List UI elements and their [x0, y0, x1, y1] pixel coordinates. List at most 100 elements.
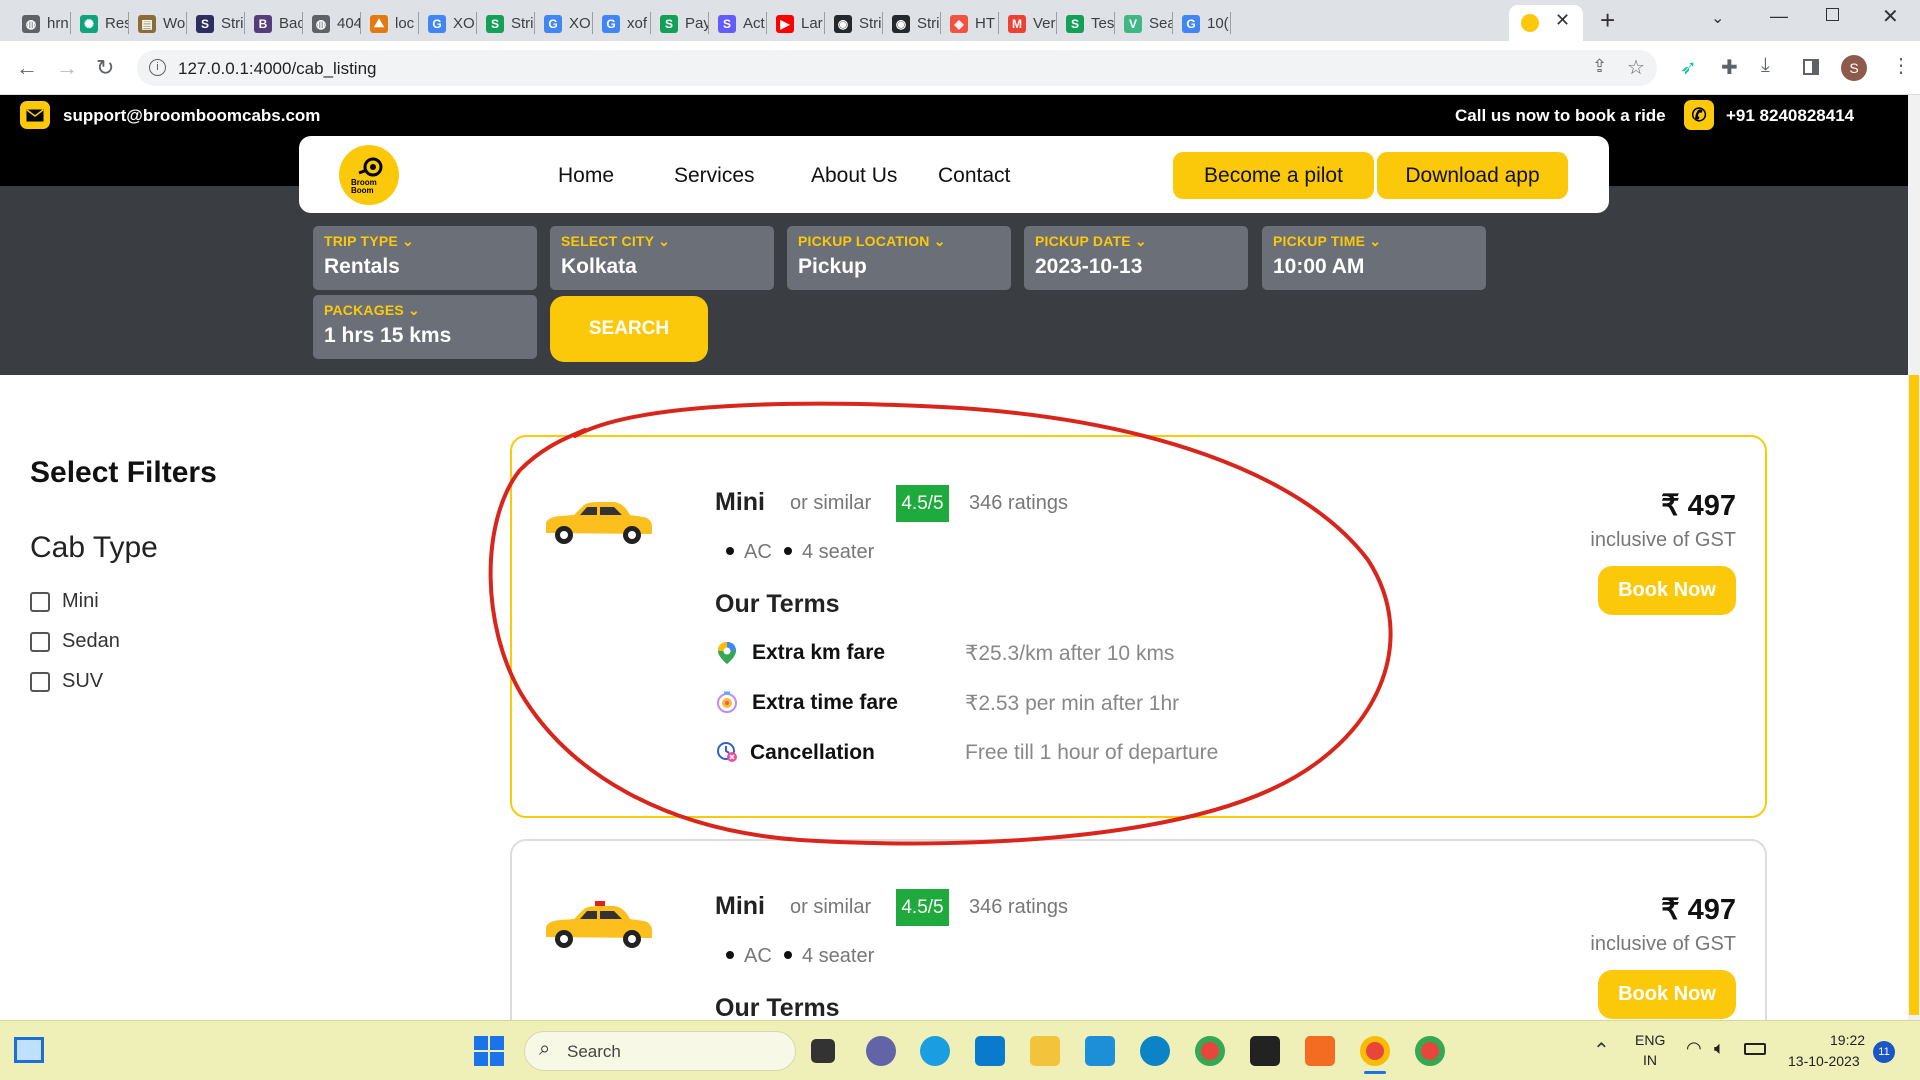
chrome-profile-icon[interactable]: [1415, 1036, 1445, 1066]
browser-tab[interactable]: ◉ Stri: [884, 6, 940, 41]
file-explorer-icon[interactable]: [1030, 1036, 1060, 1066]
taskbar-search-box[interactable]: ⌕ Search: [524, 1031, 796, 1071]
browser-tab[interactable]: S Stri: [478, 6, 534, 41]
filters-title: Select Filters: [30, 456, 217, 489]
browser-tab[interactable]: M Ver: [1000, 6, 1056, 41]
browser-tab[interactable]: ⛰ loc: [362, 6, 418, 41]
address-bar[interactable]: i 127.0.0.1:4000/cab_listing ⇪ ☆: [137, 50, 1657, 86]
pickup-date-select[interactable]: PICKUP DATE ⌄ 2023-10-13: [1024, 226, 1248, 290]
minimize-icon[interactable]: —: [1770, 6, 1788, 27]
pickup-location-select[interactable]: PICKUP LOCATION ⌄ Pickup: [787, 226, 1011, 290]
filter-sedan-label[interactable]: Sedan: [62, 630, 120, 653]
xampp-icon[interactable]: [1305, 1036, 1335, 1066]
phone-number[interactable]: +91 8240828414: [1726, 106, 1854, 126]
extensions-puzzle-icon[interactable]: ✚: [1721, 55, 1738, 80]
filter-mini-label[interactable]: Mini: [62, 590, 99, 613]
region-text[interactable]: IN: [1643, 1052, 1657, 1068]
battery-icon[interactable]: [1744, 1043, 1766, 1055]
chevron-down-icon: ⌄: [658, 233, 670, 249]
close-window-icon[interactable]: ✕: [1882, 4, 1899, 29]
github-icon: ◉: [892, 14, 910, 33]
browser-tab[interactable]: ✺ Res: [72, 6, 128, 41]
reload-icon[interactable]: ↻: [96, 55, 114, 81]
tab-search-icon[interactable]: ⌄: [1711, 8, 1724, 28]
nav-services[interactable]: Services: [674, 164, 755, 188]
back-icon[interactable]: ←: [16, 55, 38, 81]
chrome-profile-icon[interactable]: [1360, 1036, 1390, 1066]
app-l-icon[interactable]: [1085, 1036, 1115, 1066]
browser-tab[interactable]: G XO: [420, 6, 476, 41]
browser-tab[interactable]: G XO: [536, 6, 592, 41]
chevron-down-icon: ⌄: [933, 233, 946, 249]
feature-ac: AC: [744, 541, 772, 563]
bookmark-star-icon[interactable]: ☆: [1627, 55, 1645, 80]
lang-text[interactable]: ENG: [1635, 1032, 1665, 1048]
edge-icon[interactable]: [920, 1036, 950, 1066]
task-view-icon[interactable]: [811, 1039, 835, 1063]
volume-icon[interactable]: 🔈︎: [1714, 1038, 1725, 1059]
clock-date[interactable]: 13-10-2023: [1788, 1053, 1860, 1069]
field-value: 1 hrs 15 kms: [324, 324, 452, 347]
browser-tab[interactable]: ▤ Wo: [130, 6, 186, 41]
browser-tab[interactable]: ◈ HT: [942, 6, 998, 41]
browser-tab[interactable]: ◉ Stri: [826, 6, 882, 41]
site-logo[interactable]: Broom Boom: [339, 145, 399, 205]
browser-tab[interactable]: S Pay: [652, 6, 708, 41]
browser-tab[interactable]: S Act: [710, 6, 766, 41]
notification-badge[interactable]: 11: [1873, 1041, 1895, 1063]
vscode-icon[interactable]: [975, 1036, 1005, 1066]
start-windows-icon[interactable]: [474, 1036, 504, 1066]
clock-time[interactable]: 19:22: [1830, 1032, 1865, 1048]
filter-sedan-checkbox[interactable]: [30, 632, 50, 652]
taskbar-search-text: Search: [567, 1042, 621, 1061]
become-pilot-button[interactable]: Become a pilot: [1173, 152, 1374, 199]
filter-suv-checkbox[interactable]: [30, 672, 50, 692]
browser-tab[interactable]: ◍ hrn: [14, 6, 70, 41]
search-button[interactable]: SEARCH: [550, 296, 708, 362]
book-now-button[interactable]: Book Now: [1598, 970, 1736, 1019]
tab-title: Stri: [511, 15, 534, 32]
pickup-time-select[interactable]: PICKUP TIME ⌄ 10:00 AM: [1262, 226, 1486, 290]
support-email[interactable]: support@broomboomcabs.com: [63, 106, 320, 126]
chrome-icon[interactable]: [1195, 1036, 1225, 1066]
filter-suv-label[interactable]: SUV: [62, 670, 103, 693]
browser-tab[interactable]: G 10(: [1174, 6, 1230, 41]
teams-chat-icon[interactable]: [866, 1036, 896, 1066]
forward-icon[interactable]: →: [56, 55, 78, 81]
maximize-icon[interactable]: [1826, 8, 1839, 21]
widgets-icon[interactable]: [14, 1037, 44, 1063]
trip-type-select[interactable]: TRIP TYPE ⌄ Rentals: [313, 226, 537, 290]
book-now-button[interactable]: Book Now: [1598, 566, 1736, 615]
wifi-icon[interactable]: ◠: [1686, 1038, 1702, 1059]
packages-select[interactable]: PACKAGES ⌄ 1 hrs 15 kms: [313, 295, 537, 359]
active-tab[interactable]: ✕: [1509, 5, 1583, 41]
url-text[interactable]: 127.0.0.1:4000/cab_listing: [178, 59, 377, 79]
nav-about-us[interactable]: About Us: [811, 164, 897, 188]
profile-avatar[interactable]: S: [1841, 55, 1867, 81]
browser-tab[interactable]: Gxof: [594, 6, 650, 41]
sidepanel-icon[interactable]: [1803, 59, 1819, 75]
figma-icon[interactable]: [1250, 1036, 1280, 1066]
share-icon[interactable]: ⇪: [1592, 56, 1607, 77]
browser-tab[interactable]: ◍ 404: [304, 6, 360, 41]
site-info-icon[interactable]: i: [149, 59, 166, 76]
extension-bird-icon[interactable]: ➶: [1680, 55, 1697, 80]
download-app-button[interactable]: Download app: [1377, 152, 1568, 199]
browser-tab[interactable]: V Sea: [1116, 6, 1172, 41]
close-tab-icon[interactable]: ✕: [1555, 10, 1570, 31]
new-tab-button[interactable]: +: [1600, 5, 1615, 36]
select-city-select[interactable]: SELECT CITY ⌄ Kolkata: [550, 226, 774, 290]
field-label: PICKUP TIME: [1273, 233, 1366, 249]
scrollbar-thumb[interactable]: [1909, 375, 1919, 1015]
chrome-menu-icon[interactable]: ⋮: [1891, 53, 1911, 78]
filter-mini-checkbox[interactable]: [30, 592, 50, 612]
browser-tab[interactable]: S Stri: [188, 6, 244, 41]
nav-contact[interactable]: Contact: [938, 164, 1010, 188]
browser-tab[interactable]: S Tes: [1058, 6, 1114, 41]
tray-chevron-icon[interactable]: ⌃: [1593, 1038, 1610, 1063]
download-icon[interactable]: ⤓: [1761, 54, 1770, 77]
browser-tab[interactable]: ▶ Lar: [768, 6, 824, 41]
browser-tab[interactable]: B Bac: [246, 6, 302, 41]
app-circle-icon[interactable]: [1140, 1036, 1170, 1066]
nav-home[interactable]: Home: [558, 164, 614, 188]
